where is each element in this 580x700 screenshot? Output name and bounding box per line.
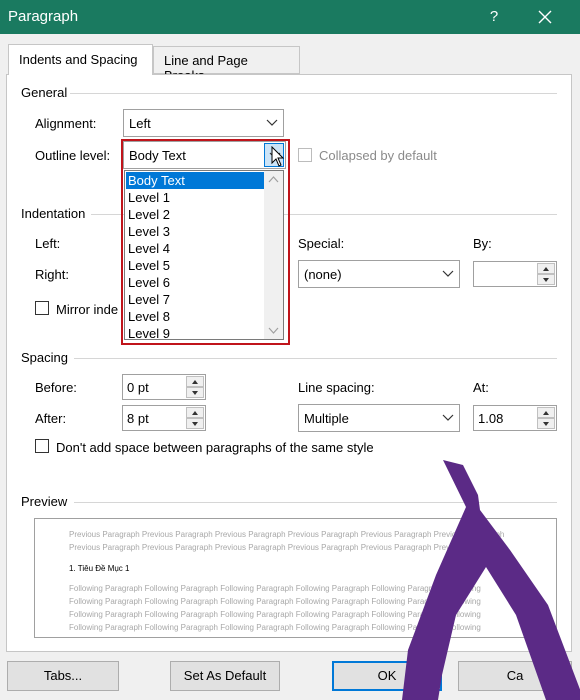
tabs-button[interactable]: Tabs... <box>7 661 119 691</box>
spacing-heading: Spacing <box>21 350 68 365</box>
close-button[interactable] <box>532 4 558 30</box>
preview-following-line: Following Paragraph Following Paragraph … <box>69 597 481 606</box>
before-up-button[interactable] <box>186 376 204 387</box>
right-indent-label: Right: <box>35 267 69 282</box>
outline-level-value: Body Text <box>129 148 186 163</box>
preview-following-line: Following Paragraph Following Paragraph … <box>69 623 481 632</box>
ok-button[interactable]: OK <box>332 661 442 691</box>
indentation-heading: Indentation <box>21 206 86 221</box>
outline-option-level-8[interactable]: Level 8 <box>126 308 264 325</box>
close-icon <box>538 10 552 24</box>
tab-indents-and-spacing[interactable]: Indents and Spacing <box>8 44 153 75</box>
outline-option-level-4[interactable]: Level 4 <box>126 240 264 257</box>
line-spacing-label: Line spacing: <box>298 380 375 395</box>
alignment-select[interactable]: Left <box>123 109 284 137</box>
special-dropdown-button[interactable] <box>438 262 458 286</box>
line-spacing-value: Multiple <box>304 411 349 426</box>
preview-sample-text: 1. Tiêu Đề Mục 1 <box>69 564 130 573</box>
tab-label: Indents and Spacing <box>19 52 138 67</box>
special-value: (none) <box>304 267 342 282</box>
at-spinner[interactable]: 1.08 <box>473 405 557 431</box>
after-spinner[interactable]: 8 pt <box>122 405 206 431</box>
outline-option-level-6[interactable]: Level 6 <box>126 274 264 291</box>
before-down-button[interactable] <box>186 387 204 398</box>
chevron-down-icon <box>442 414 454 421</box>
tab-line-and-page-breaks[interactable]: Line and Page Breaks <box>153 46 300 83</box>
set-as-default-button[interactable]: Set As Default <box>170 661 280 691</box>
after-down-button[interactable] <box>186 418 204 429</box>
line-spacing-dropdown-button[interactable] <box>438 406 458 430</box>
collapsed-by-default-label: Collapsed by default <box>319 148 437 163</box>
preview-previous-line: Previous Paragraph Previous Paragraph Pr… <box>69 530 505 539</box>
collapsed-by-default-checkbox[interactable] <box>298 148 312 162</box>
before-label: Before: <box>35 380 77 395</box>
preview-divider <box>74 502 557 503</box>
preview-previous-line: Previous Paragraph Previous Paragraph Pr… <box>69 543 505 552</box>
outline-option-level-1[interactable]: Level 1 <box>126 189 264 206</box>
mouse-cursor-icon <box>271 146 285 167</box>
chevron-down-icon <box>266 119 278 126</box>
alignment-label: Alignment: <box>35 116 97 131</box>
cancel-button[interactable]: Ca <box>458 661 572 691</box>
after-up-button[interactable] <box>186 407 204 418</box>
outline-option-level-7[interactable]: Level 7 <box>126 291 264 308</box>
general-divider <box>70 93 557 94</box>
scroll-down-icon[interactable] <box>268 327 279 334</box>
left-indent-label: Left: <box>35 236 61 251</box>
outline-option-level-9[interactable]: Level 9 <box>126 325 264 342</box>
chevron-down-icon <box>442 270 454 277</box>
alignment-value: Left <box>129 116 151 131</box>
special-label: Special: <box>298 236 345 251</box>
preview-heading: Preview <box>21 494 68 509</box>
special-select[interactable]: (none) <box>298 260 460 288</box>
by-up-button[interactable] <box>537 263 555 274</box>
line-spacing-select[interactable]: Multiple <box>298 404 460 432</box>
after-label: After: <box>35 411 67 426</box>
scroll-up-icon[interactable] <box>268 176 279 183</box>
by-spinner[interactable] <box>473 261 557 287</box>
outline-level-label: Outline level: <box>35 148 111 163</box>
outline-level-select[interactable]: Body Text <box>123 141 286 169</box>
alignment-dropdown-button[interactable] <box>262 111 282 135</box>
general-heading: General <box>21 85 68 100</box>
by-label: By: <box>473 236 492 251</box>
mirror-indents-checkbox[interactable] <box>35 301 49 315</box>
at-label: At: <box>473 380 489 395</box>
at-value: 1.08 <box>478 411 504 426</box>
outline-option-level-2[interactable]: Level 2 <box>126 206 264 223</box>
preview-box: Previous Paragraph Previous Paragraph Pr… <box>34 518 557 638</box>
mirror-indents-label: Mirror inde <box>56 302 119 317</box>
by-down-button[interactable] <box>537 274 555 285</box>
before-value: 0 pt <box>127 380 149 395</box>
outline-level-dropdown-list[interactable]: Body Text Level 1 Level 2 Level 3 Level … <box>124 170 284 342</box>
help-button[interactable]: ? <box>482 4 506 30</box>
preview-following-line: Following Paragraph Following Paragraph … <box>69 584 481 593</box>
dont-add-space-checkbox[interactable] <box>35 439 49 453</box>
outline-option-body-text[interactable]: Body Text <box>126 172 264 189</box>
outline-option-level-3[interactable]: Level 3 <box>126 223 264 240</box>
before-spinner[interactable]: 0 pt <box>122 374 206 400</box>
outline-option-level-5[interactable]: Level 5 <box>126 257 264 274</box>
spacing-divider <box>74 358 557 359</box>
dont-add-space-label: Don't add space between paragraphs of th… <box>56 440 374 455</box>
title-bar: Paragraph ? <box>0 0 580 34</box>
at-down-button[interactable] <box>537 418 555 429</box>
at-up-button[interactable] <box>537 407 555 418</box>
after-value: 8 pt <box>127 411 149 426</box>
window-title: Paragraph <box>8 8 79 25</box>
dropdown-scrollbar[interactable] <box>264 171 283 339</box>
preview-following-line: Following Paragraph Following Paragraph … <box>69 610 481 619</box>
